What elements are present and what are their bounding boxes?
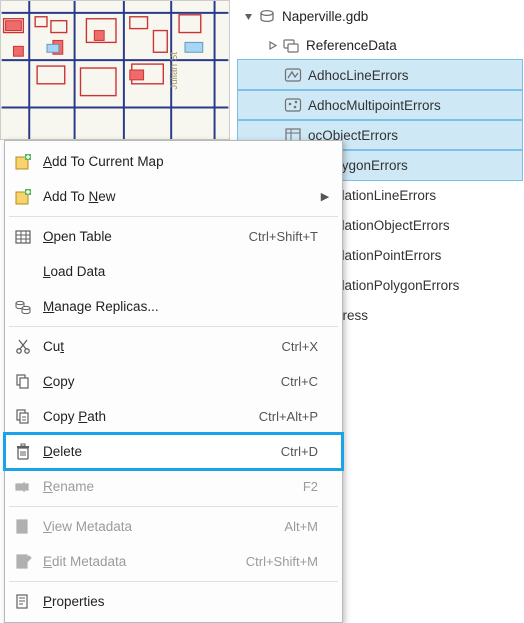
submenu-arrow-icon: ▶ xyxy=(318,190,332,203)
svg-text:Julian St: Julian St xyxy=(169,52,180,90)
menu-label: Delete xyxy=(43,444,261,459)
geodatabase-icon xyxy=(258,8,276,26)
menu-label: Add To New xyxy=(43,189,298,204)
rename-icon xyxy=(13,477,33,497)
blank-icon xyxy=(13,262,33,282)
menu-label: Copy xyxy=(43,374,261,389)
menu-shortcut: Ctrl+Shift+M xyxy=(246,554,318,569)
menu-copy[interactable]: Copy Ctrl+C xyxy=(5,364,342,399)
collapse-icon[interactable] xyxy=(242,11,254,23)
menu-open-table[interactable]: Open Table Ctrl+Shift+T xyxy=(5,219,342,254)
menu-shortcut: Ctrl+X xyxy=(282,339,318,354)
menu-shortcut: Ctrl+Shift+T xyxy=(249,229,318,244)
menu-edit-metadata: Edit Metadata Ctrl+Shift+M xyxy=(5,544,342,579)
manage-replicas-icon xyxy=(13,297,33,317)
menu-shortcut: F2 xyxy=(303,479,318,494)
tree-node-featureclass[interactable]: AdhocLineErrors xyxy=(238,60,522,90)
tree-node-geodatabase[interactable]: Naperville.gdb xyxy=(238,2,522,31)
multipoint-feature-icon xyxy=(284,96,302,114)
menu-shortcut: Alt+M xyxy=(284,519,318,534)
menu-shortcut: Ctrl+D xyxy=(281,444,318,459)
tree-node-label: AdhocMultipointErrors xyxy=(308,98,441,113)
menu-shortcut: Ctrl+C xyxy=(281,374,318,389)
line-feature-icon xyxy=(284,66,302,84)
menu-separator xyxy=(9,216,338,217)
tree-node-featureclass[interactable]: AdhocMultipointErrors xyxy=(238,90,522,120)
menu-label: Properties xyxy=(43,594,298,609)
menu-label: Load Data xyxy=(43,264,298,279)
delete-icon xyxy=(13,442,33,462)
menu-label: View Metadata xyxy=(43,519,264,534)
copy-icon xyxy=(13,372,33,392)
menu-separator xyxy=(9,506,338,507)
menu-delete[interactable]: Delete Ctrl+D xyxy=(5,434,342,469)
tree-node-label: Naperville.gdb xyxy=(282,9,368,24)
context-menu: Add To Current Map Add To New ▶ Open Tab… xyxy=(4,140,343,623)
menu-label: Edit Metadata xyxy=(43,554,226,569)
open-table-icon xyxy=(13,227,33,247)
map-preview: Julian St xyxy=(0,0,230,140)
menu-shortcut: Ctrl+Alt+P xyxy=(259,409,318,424)
menu-separator xyxy=(9,581,338,582)
menu-view-metadata: View Metadata Alt+M xyxy=(5,509,342,544)
menu-rename: Rename F2 xyxy=(5,469,342,504)
edit-metadata-icon xyxy=(13,552,33,572)
menu-label: Manage Replicas... xyxy=(43,299,298,314)
menu-add-to-current-map[interactable]: Add To Current Map xyxy=(5,144,342,179)
properties-icon xyxy=(13,592,33,612)
copy-path-icon xyxy=(13,407,33,427)
add-to-map-icon xyxy=(13,152,33,172)
menu-cut[interactable]: Cut Ctrl+X xyxy=(5,329,342,364)
menu-label: Open Table xyxy=(43,229,229,244)
feature-dataset-icon xyxy=(282,37,300,55)
tree-node-label: AdhocLineErrors xyxy=(308,68,409,83)
menu-separator xyxy=(9,326,338,327)
menu-label: Cut xyxy=(43,339,262,354)
tree-node-label: ReferenceData xyxy=(306,38,397,53)
menu-label: Copy Path xyxy=(43,409,239,424)
menu-add-to-new[interactable]: Add To New ▶ xyxy=(5,179,342,214)
tree-node-dataset[interactable]: ReferenceData xyxy=(238,31,522,60)
menu-properties[interactable]: Properties xyxy=(5,584,342,619)
menu-load-data[interactable]: Load Data xyxy=(5,254,342,289)
view-metadata-icon xyxy=(13,517,33,537)
menu-manage-replicas[interactable]: Manage Replicas... xyxy=(5,289,342,324)
menu-copy-path[interactable]: Copy Path Ctrl+Alt+P xyxy=(5,399,342,434)
cut-icon xyxy=(13,337,33,357)
menu-label: Rename xyxy=(43,479,283,494)
menu-label: Add To Current Map xyxy=(43,154,298,169)
map-svg: Julian St xyxy=(1,1,229,139)
add-to-new-icon xyxy=(13,187,33,207)
expand-icon[interactable] xyxy=(266,40,278,52)
